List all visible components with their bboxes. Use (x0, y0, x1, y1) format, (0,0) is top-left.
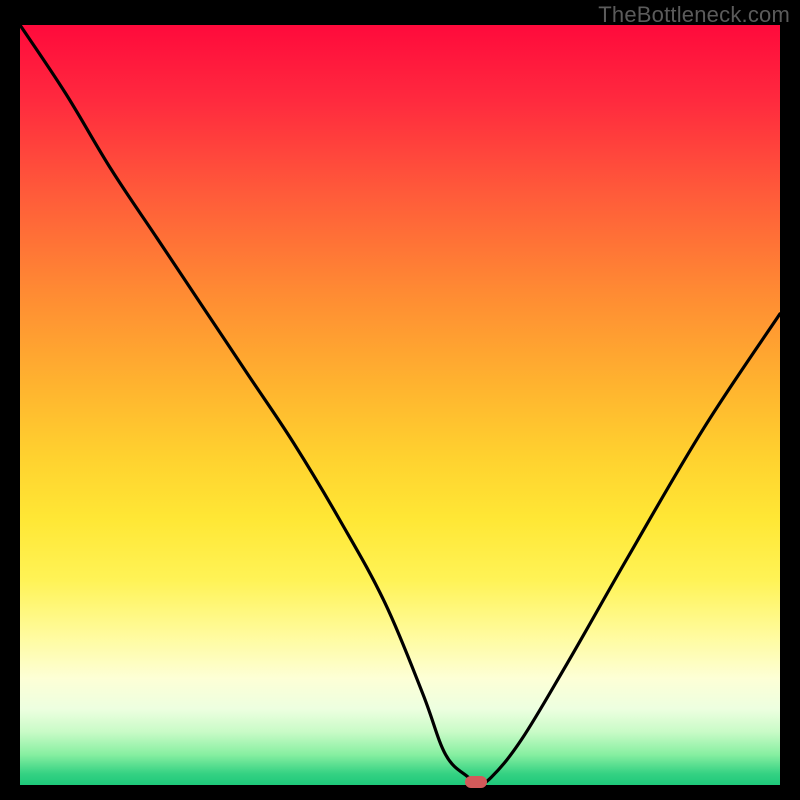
bottleneck-curve (20, 25, 780, 785)
plot-area (20, 25, 780, 785)
chart-frame: TheBottleneck.com (0, 0, 800, 800)
optimal-marker (465, 776, 487, 788)
watermark-text: TheBottleneck.com (598, 2, 790, 28)
